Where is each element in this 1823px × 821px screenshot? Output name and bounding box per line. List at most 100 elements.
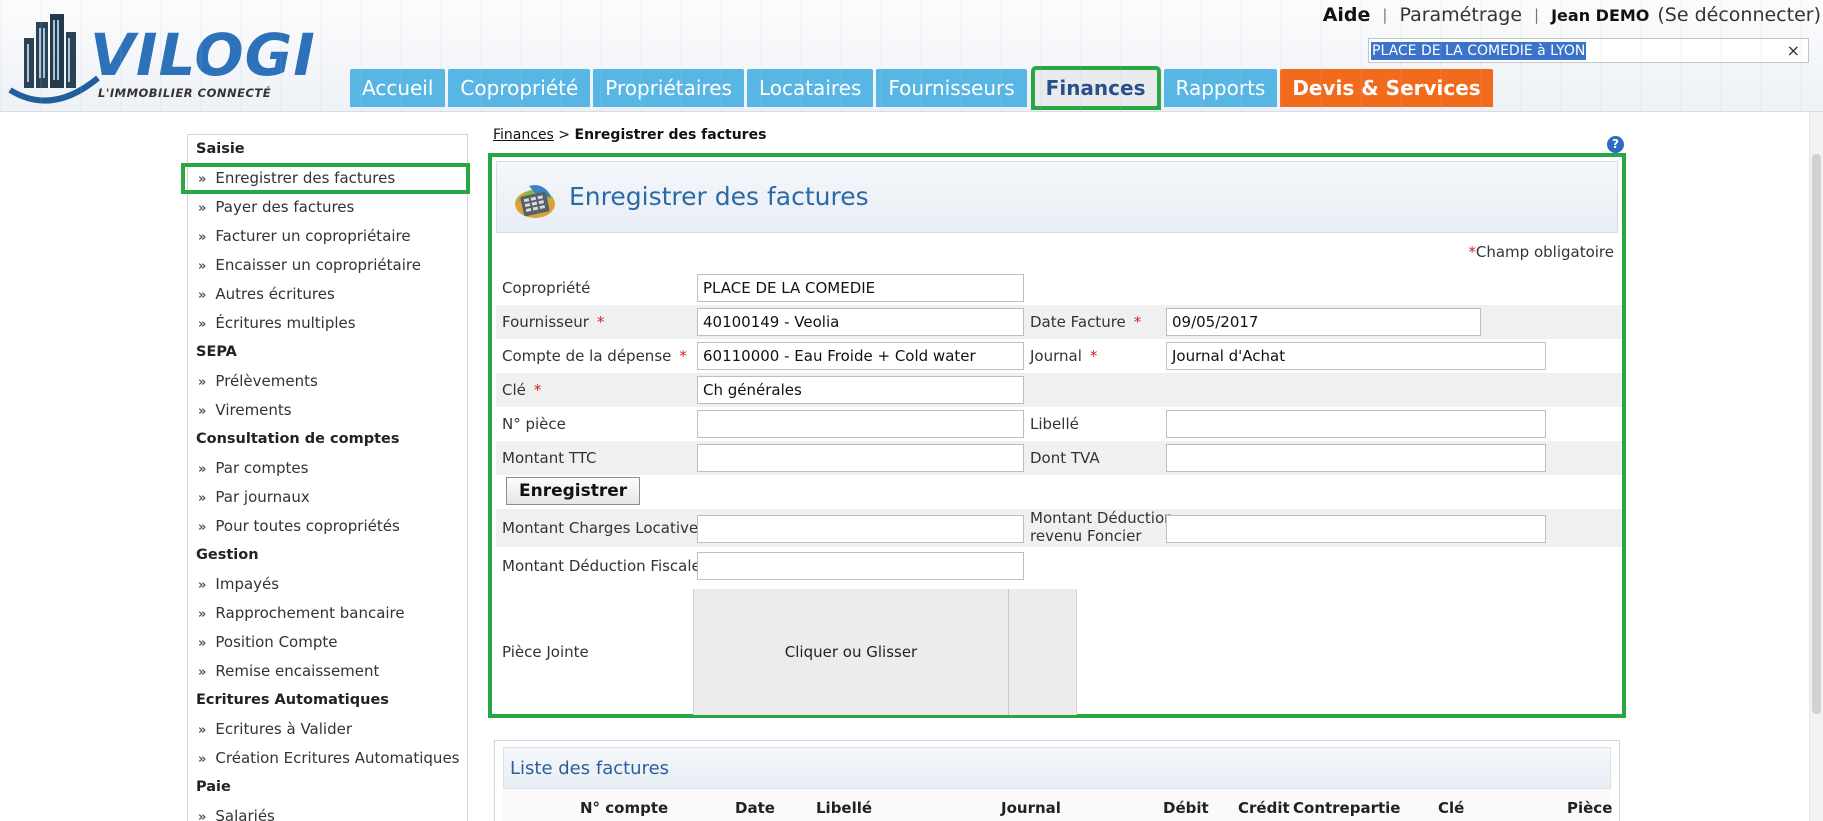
vilogi-logo[interactable]: VILOGI L'IMMOBILIER CONNECTÉ (2, 8, 322, 108)
sidebar-item-creation-ecritures[interactable]: » Création Ecritures Automatiques (188, 744, 467, 773)
sidebar-group-ecritures-automatiques: Ecritures Automatiques (196, 692, 389, 708)
invoice-list-header: Liste des factures (503, 747, 1611, 789)
double-chevron-icon: » (198, 375, 207, 390)
tab-fournisseurs[interactable]: Fournisseurs (876, 69, 1027, 107)
sidebar-item-ecritures-multiples[interactable]: » Écritures multiples (188, 309, 467, 338)
sidebar-item-ecritures-a-valider[interactable]: » Ecritures à Valider (188, 715, 467, 744)
column-date[interactable]: Date (735, 799, 775, 817)
num-piece-field[interactable] (697, 410, 1024, 438)
journal-field[interactable]: Journal d'Achat (1166, 342, 1546, 370)
copropriete-field[interactable]: PLACE DE LA COMEDIE (697, 274, 1024, 302)
column-contrepartie[interactable]: Contrepartie (1293, 799, 1400, 817)
sidebar-item-virements[interactable]: » Virements (188, 396, 467, 425)
sidebar-item-label: Position Compte (215, 633, 338, 651)
main-nav-tabs: Accueil Copropriété Propriétaires Locata… (350, 66, 1496, 110)
sidebar-item-rapprochement-bancaire[interactable]: » Rapprochement bancaire (188, 599, 467, 628)
double-chevron-icon: » (198, 665, 207, 680)
page-scrollbar[interactable] (1809, 112, 1823, 821)
user-name: Jean DEMO (1551, 5, 1650, 25)
app-header: VILOGI L'IMMOBILIER CONNECTÉ Aide | Para… (0, 0, 1823, 112)
column-piece[interactable]: Pièce (1567, 799, 1612, 817)
label-copropriete: Copropriété (502, 279, 591, 297)
label-montant-ttc: Montant TTC (502, 449, 597, 467)
fournisseur-field[interactable]: 40100149 - Veolia (697, 308, 1024, 336)
logo-wordmark: VILOGI (90, 21, 316, 89)
label-date-facture-text: Date Facture (1030, 313, 1126, 331)
deduction-fiscale-field[interactable] (697, 552, 1024, 580)
column-debit[interactable]: Débit (1163, 799, 1209, 817)
breadcrumb-finances-link[interactable]: Finances (493, 127, 554, 143)
column-num-compte[interactable]: N° compte (580, 799, 668, 817)
sidebar-item-label: Écritures multiples (215, 314, 356, 332)
dont-tva-field[interactable] (1166, 444, 1546, 472)
deduction-foncier-field[interactable] (1166, 515, 1546, 543)
sidebar-item-label: Payer des factures (215, 198, 355, 216)
form-header: Enregistrer des factures (496, 161, 1618, 233)
tab-devis-services[interactable]: Devis & Services (1280, 69, 1493, 107)
required-star: * (679, 347, 687, 365)
tab-copropriete[interactable]: Copropriété (448, 69, 591, 107)
label-journal-text: Journal (1030, 347, 1082, 365)
clear-search-icon[interactable]: × (1787, 41, 1800, 60)
help-icon[interactable]: ? (1607, 136, 1624, 153)
search-value: PLACE DE LA COMEDIE à LYON (1371, 41, 1587, 60)
sidebar-item-enregistrer-factures[interactable]: » Enregistrer des factures (181, 163, 470, 194)
breadcrumb-separator: > (553, 127, 575, 143)
double-chevron-icon: » (198, 723, 207, 738)
label-compte-depense-text: Compte de la dépense (502, 347, 672, 365)
column-libelle[interactable]: Libellé (816, 799, 872, 817)
cle-field[interactable]: Ch générales (697, 376, 1024, 404)
sidebar-item-payer-factures[interactable]: » Payer des factures (188, 193, 467, 222)
sidebar-item-toutes-coproprietes[interactable]: » Pour toutes copropriétés (188, 512, 467, 541)
libelle-field[interactable] (1166, 410, 1546, 438)
save-button[interactable]: Enregistrer (506, 477, 641, 505)
label-dont-tva: Dont TVA (1030, 449, 1100, 467)
double-chevron-icon: » (198, 607, 207, 622)
double-chevron-icon: » (198, 462, 207, 477)
sidebar-item-remise-encaissement[interactable]: » Remise encaissement (188, 657, 467, 686)
tab-locataires[interactable]: Locataires (746, 69, 874, 107)
logout-link[interactable]: (Se déconnecter) (1657, 4, 1821, 26)
montant-ttc-field[interactable] (697, 444, 1024, 472)
property-search-input[interactable]: PLACE DE LA COMEDIE à LYON × (1368, 38, 1809, 63)
sidebar-item-facturer-coproprietaire[interactable]: » Facturer un copropriétaire (188, 222, 467, 251)
form-row-piece: N° pièce Libellé (496, 407, 1622, 441)
sidebar-item-impayes[interactable]: » Impayés (188, 570, 467, 599)
top-links: Aide | Paramétrage | Jean DEMO (Se décon… (1323, 2, 1821, 28)
sidebar-item-position-compte[interactable]: » Position Compte (188, 628, 467, 657)
attachment-drop-zone[interactable]: Cliquer ou Glisser (693, 589, 1077, 715)
date-facture-field[interactable]: 09/05/2017 (1166, 308, 1481, 336)
tab-finances[interactable]: Finances (1030, 66, 1161, 110)
sidebar-item-salaries[interactable]: » Salariés (188, 802, 467, 821)
sidebar-group-saisie: Saisie (196, 141, 245, 157)
sidebar-item-prelevements[interactable]: » Prélèvements (188, 367, 467, 396)
sidebar-item-label: Pour toutes copropriétés (215, 517, 400, 535)
sidebar-item-label: Création Ecritures Automatiques (215, 749, 460, 767)
sidebar-item-par-comptes[interactable]: » Par comptes (188, 454, 467, 483)
scrollbar-thumb[interactable] (1812, 154, 1821, 714)
tab-rapports[interactable]: Rapports (1163, 69, 1278, 107)
double-chevron-icon: » (198, 288, 207, 303)
charges-locatives-field[interactable] (697, 515, 1024, 543)
column-credit[interactable]: Crédit (1238, 799, 1290, 817)
sidebar-item-encaisser-coproprietaire[interactable]: » Encaisser un copropriétaire (188, 251, 467, 280)
sidebar-item-label: Par comptes (215, 459, 309, 477)
required-star: * (1089, 347, 1098, 365)
form-row-deduction-fiscale: Montant Déduction Fiscale (496, 549, 1622, 583)
tab-accueil[interactable]: Accueil (350, 69, 446, 107)
sidebar-group-gestion: Gestion (196, 547, 259, 563)
column-cle[interactable]: Clé (1438, 799, 1464, 817)
sidebar-item-label: Ecritures à Valider (215, 720, 353, 738)
invoice-list-title: Liste des factures (510, 758, 670, 779)
sidebar-item-autres-ecritures[interactable]: » Autres écritures (188, 280, 467, 309)
sidebar-item-par-journaux[interactable]: » Par journaux (188, 483, 467, 512)
tab-proprietaires[interactable]: Propriétaires (593, 69, 744, 107)
double-chevron-icon: » (198, 404, 207, 419)
column-journal[interactable]: Journal (1001, 799, 1061, 817)
finances-sidebar: Saisie » Enregistrer des factures » Payer … (181, 134, 470, 821)
help-link[interactable]: Aide (1323, 4, 1371, 26)
settings-link[interactable]: Paramétrage (1399, 4, 1522, 26)
compte-depense-field[interactable]: 60110000 - Eau Froide + Cold water (697, 342, 1024, 370)
form-row-charges: Montant Charges Locatives Montant Déduct… (496, 509, 1622, 547)
sidebar-group-paie: Paie (196, 779, 231, 795)
